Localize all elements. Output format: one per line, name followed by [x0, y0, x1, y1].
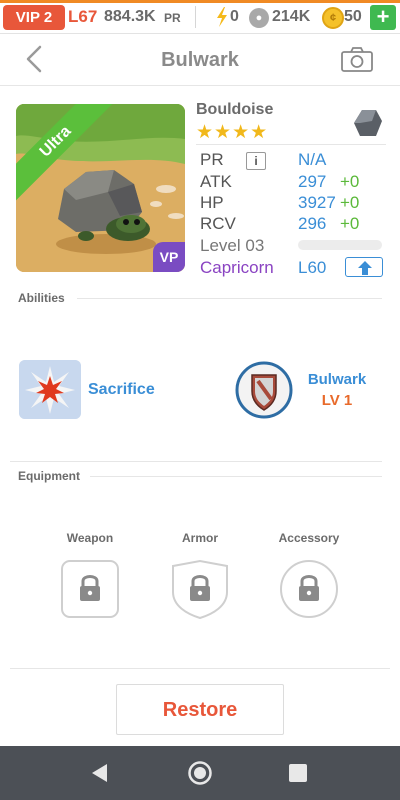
vp-badge: VP	[153, 242, 185, 272]
add-coins-button[interactable]: +	[370, 5, 396, 30]
skill-name[interactable]: Bulwark	[302, 371, 372, 388]
weapon-slot[interactable]	[59, 558, 121, 620]
level-label: Level 03	[200, 236, 265, 255]
monster-name: Bouldoise	[196, 101, 274, 118]
sacrifice-ability-icon[interactable]	[19, 360, 81, 419]
burst-icon	[19, 360, 81, 419]
energy-bolt-icon	[217, 7, 227, 27]
nav-back-icon[interactable]	[89, 762, 109, 784]
paw-count: 214K	[272, 8, 311, 25]
bulwark-shield-icon[interactable]	[233, 361, 295, 419]
hp-label: HP	[200, 193, 224, 212]
pr-value: N/A	[298, 150, 327, 169]
armor-label: Armor	[181, 531, 218, 545]
page-header: Bulwark	[0, 34, 400, 86]
info-button[interactable]: i	[246, 152, 266, 170]
paw-icon: ●	[249, 8, 269, 28]
atk-label: ATK	[200, 172, 232, 191]
coin-icon: ¢	[322, 7, 344, 29]
player-level: L67	[68, 7, 98, 26]
footer-divider	[10, 668, 390, 669]
atk-gain: +0	[340, 172, 360, 191]
equipment-divider	[90, 476, 382, 477]
equipment-title: Equipment	[18, 469, 80, 483]
monster-portrait[interactable]: Ultra VP	[16, 104, 185, 272]
nav-recent-apps-icon[interactable]	[289, 764, 307, 782]
restore-button[interactable]: Restore	[116, 684, 284, 735]
weapon-label: Weapon	[66, 531, 114, 545]
rcv-label: RCV	[200, 214, 236, 233]
level-progress-bar	[298, 240, 382, 250]
rock-element-icon	[354, 110, 382, 136]
skill-level: LV 1	[321, 392, 353, 409]
accent-strip	[0, 0, 400, 3]
arrow-up-icon	[358, 261, 372, 275]
camera-icon[interactable]	[340, 46, 374, 74]
status-divider	[195, 6, 196, 28]
hp-gain: +0	[340, 193, 360, 212]
abilities-divider	[77, 298, 382, 299]
hp-value: 3927	[298, 193, 336, 212]
system-nav-bar	[0, 746, 400, 800]
nav-home-icon[interactable]	[187, 760, 213, 786]
upgrade-button[interactable]	[345, 257, 383, 277]
zodiac-sign: Capricorn	[200, 258, 274, 277]
energy-count: 0	[230, 8, 239, 25]
stat-divider	[196, 144, 386, 145]
atk-value: 297	[298, 172, 327, 191]
pr-label: PR	[200, 150, 224, 169]
accessory-slot[interactable]	[278, 558, 340, 620]
equipment-top-divider	[10, 461, 382, 462]
status-bar: VIP 2 L67 884.3K PR 0 ● 214K ¢ 50 +	[0, 0, 400, 34]
star-rating: ★★★★	[196, 122, 269, 143]
accessory-label: Accessory	[278, 531, 340, 545]
armor-slot[interactable]	[169, 558, 231, 620]
rcv-value: 296	[298, 214, 327, 233]
power-rating-unit: PR	[164, 11, 181, 25]
power-rating: 884.3K	[104, 8, 156, 25]
rcv-gain: +0	[340, 214, 360, 233]
coin-count: 50	[344, 8, 362, 25]
vip-badge[interactable]: VIP 2	[3, 5, 65, 30]
rarity-label: Ultra	[16, 104, 115, 201]
abilities-title: Abilities	[18, 291, 65, 305]
rarity-ribbon: Ultra	[16, 104, 116, 204]
ability-name[interactable]: Sacrifice	[88, 381, 155, 399]
sign-level: L60	[298, 258, 327, 277]
